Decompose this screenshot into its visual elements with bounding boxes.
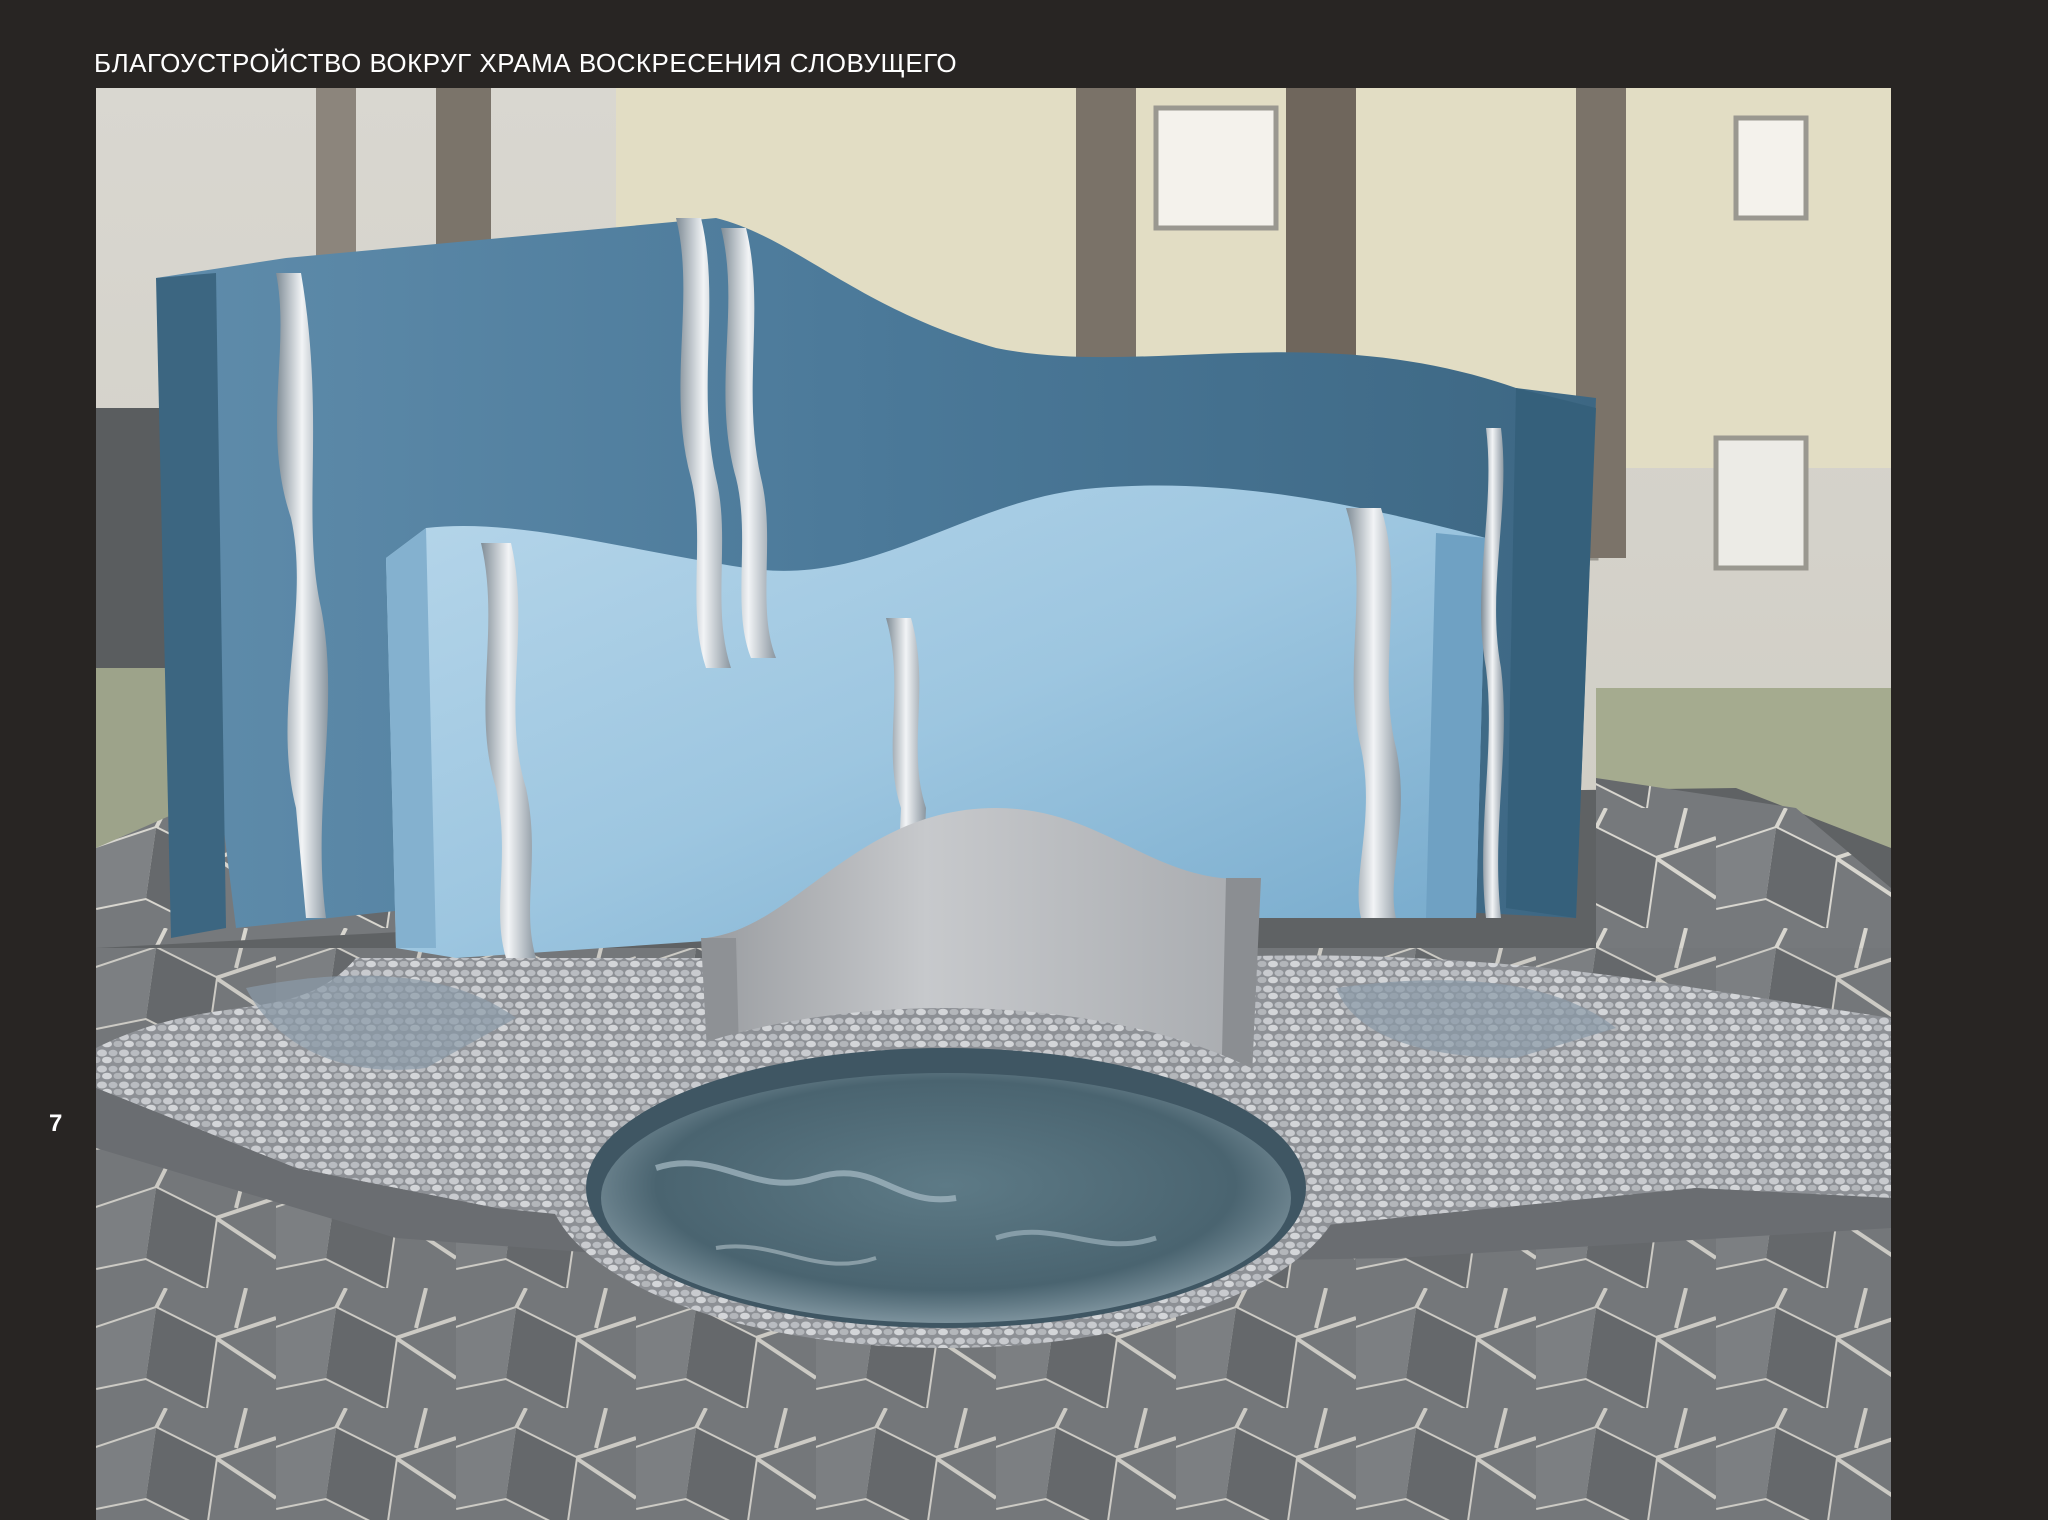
page-title: БЛАГОУСТРОЙСТВО ВОКРУГ ХРАМА ВОСКРЕСЕНИЯ… xyxy=(94,48,958,78)
fountain-render-image xyxy=(96,88,1891,1520)
page-number-tab xyxy=(0,1094,94,1520)
page-number: 7 xyxy=(49,1110,63,1137)
